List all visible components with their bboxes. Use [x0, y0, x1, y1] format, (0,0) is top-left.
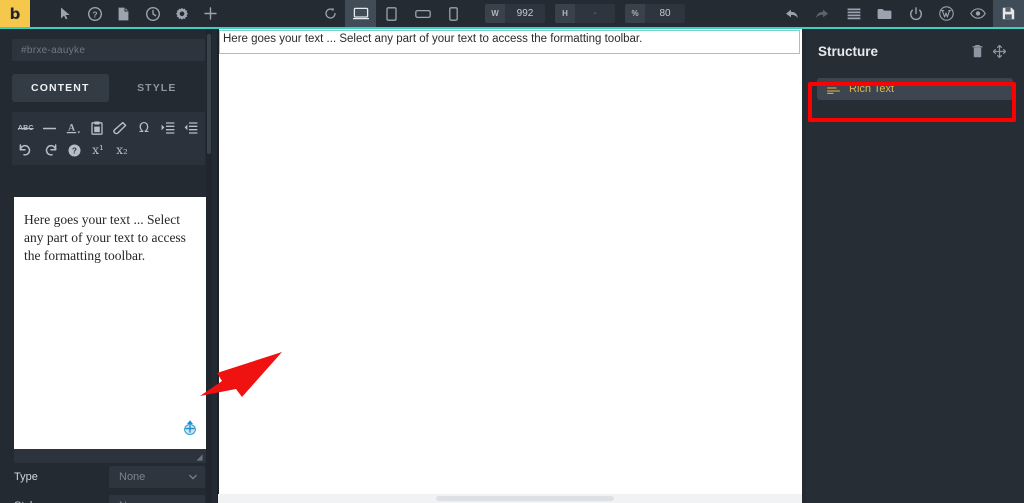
- align-left-icon: [827, 84, 840, 94]
- left-panel-scrollbar-thumb[interactable]: [207, 34, 211, 154]
- top-center-tool-group: W 992 H - % 80: [316, 0, 685, 27]
- element-id-value: #brxe-aauyke: [21, 44, 86, 56]
- width-key: W: [485, 4, 505, 23]
- height-key: H: [555, 4, 575, 23]
- clear-format-icon[interactable]: [109, 117, 133, 139]
- power-icon[interactable]: [900, 0, 931, 27]
- outdent-icon[interactable]: [179, 117, 203, 139]
- style-select[interactable]: None: [109, 494, 205, 503]
- paste-icon[interactable]: [85, 117, 109, 139]
- width-value[interactable]: 992: [505, 4, 545, 23]
- format-toolbar-row-1: ABC A Ω: [14, 117, 203, 139]
- subscript-icon[interactable]: x₂: [110, 139, 134, 161]
- undo-icon[interactable]: [776, 0, 807, 27]
- type-value: None: [119, 470, 146, 483]
- special-character-icon[interactable]: Ω: [132, 117, 156, 139]
- width-field[interactable]: W 992: [485, 4, 545, 23]
- chevron-down-icon: [189, 474, 197, 479]
- top-left-tool-group: ?: [51, 0, 225, 27]
- structure-item-label: Rich Text: [849, 83, 895, 95]
- page-icon[interactable]: [109, 0, 138, 27]
- toolbar-flex-gap-right: [685, 0, 776, 27]
- canvas-horizontal-scrollbar[interactable]: [218, 494, 806, 503]
- help-icon[interactable]: ?: [62, 139, 86, 161]
- redo-icon[interactable]: [807, 0, 838, 27]
- folder-icon[interactable]: [869, 0, 900, 27]
- strikethrough-glyph: ABC: [17, 124, 34, 132]
- rich-text-format-toolbar: ABC A Ω ? x¹ x₂: [12, 112, 205, 165]
- height-field[interactable]: H -: [555, 4, 615, 23]
- element-id-input[interactable]: #brxe-aauyke: [12, 39, 205, 61]
- help-icon[interactable]: ?: [80, 0, 109, 27]
- logo-text: b: [9, 4, 21, 23]
- refresh-icon[interactable]: [316, 0, 345, 27]
- structure-title: Structure: [818, 43, 879, 59]
- eye-icon[interactable]: [962, 0, 993, 27]
- editor-resize-bar[interactable]: [14, 449, 206, 463]
- setting-row-type: Type None: [0, 463, 218, 490]
- gear-icon[interactable]: [167, 0, 196, 27]
- svg-text:?: ?: [72, 146, 77, 155]
- undo-icon[interactable]: [14, 139, 38, 161]
- svg-text:?: ?: [92, 9, 97, 19]
- height-value[interactable]: -: [575, 4, 615, 23]
- text-color-icon[interactable]: A: [61, 117, 85, 139]
- rich-text-editor-area[interactable]: Here goes your text ... Select any part …: [14, 197, 206, 449]
- mobile-portrait-icon[interactable]: [438, 0, 469, 27]
- bricks-builder-app: b ? W 992 H - % 80 #brxe-aauyke CONTENT …: [0, 0, 1024, 503]
- tab-content-label: CONTENT: [31, 82, 90, 94]
- rich-text-editor-content[interactable]: Here goes your text ... Select any part …: [14, 197, 206, 264]
- type-select[interactable]: None: [109, 465, 205, 488]
- top-toolbar: b ? W 992 H - % 80: [0, 0, 1024, 29]
- wordpress-icon[interactable]: [931, 0, 962, 27]
- toolbar-flex-gap-left: [225, 0, 316, 27]
- setting-row-style: Style None: [0, 492, 218, 503]
- structure-header: Structure: [806, 29, 1024, 73]
- subscript-glyph: x₂: [116, 143, 128, 157]
- canvas-dimensions: W 992 H - % 80: [485, 0, 685, 27]
- trash-icon[interactable]: [966, 44, 988, 58]
- superscript-glyph: x¹: [92, 143, 104, 157]
- superscript-icon[interactable]: x¹: [86, 139, 110, 161]
- format-toolbar-row-2: ? x¹ x₂: [14, 139, 203, 161]
- canvas-scrollbar-thumb[interactable]: [436, 496, 614, 501]
- structure-item-rich-text[interactable]: Rich Text: [817, 78, 1013, 100]
- resize-grip-icon: [196, 454, 203, 461]
- history-icon[interactable]: [138, 0, 167, 27]
- list-icon[interactable]: [838, 0, 869, 27]
- tab-style-label: STYLE: [137, 82, 177, 94]
- canvas-rich-text[interactable]: Here goes your text ... Select any part …: [223, 33, 642, 45]
- editor-drag-handle-icon[interactable]: [183, 419, 197, 435]
- type-label: Type: [14, 470, 38, 483]
- desktop-icon[interactable]: [345, 0, 376, 27]
- zoom-value[interactable]: 80: [645, 4, 685, 23]
- move-icon[interactable]: [988, 44, 1010, 58]
- structure-panel: Structure Rich Text: [806, 29, 1024, 503]
- top-right-tool-group: [776, 0, 1024, 27]
- structure-tree: Rich Text: [817, 78, 1013, 100]
- save-icon[interactable]: [993, 0, 1024, 27]
- panel-tabs: CONTENT STYLE: [12, 74, 205, 102]
- redo-icon[interactable]: [38, 139, 62, 161]
- mobile-landscape-icon[interactable]: [407, 0, 438, 27]
- left-settings-panel: #brxe-aauyke CONTENT STYLE ABC A Ω ? x¹ …: [0, 29, 218, 503]
- zoom-key: %: [625, 4, 645, 23]
- canvas-left-edge: [218, 29, 219, 503]
- page-canvas[interactable]: Here goes your text ... Select any part …: [218, 29, 806, 503]
- omega-glyph: Ω: [138, 120, 149, 136]
- style-value: None: [119, 500, 145, 503]
- strikethrough-icon[interactable]: ABC: [14, 117, 38, 139]
- pointer-icon[interactable]: [51, 0, 80, 27]
- style-label: Style: [14, 500, 38, 503]
- plus-icon[interactable]: [196, 0, 225, 27]
- tab-style[interactable]: STYLE: [109, 74, 206, 102]
- tablet-portrait-icon[interactable]: [376, 0, 407, 27]
- zoom-field[interactable]: % 80: [625, 4, 685, 23]
- horizontal-rule-icon[interactable]: [38, 117, 62, 139]
- tab-content[interactable]: CONTENT: [12, 74, 109, 102]
- indent-icon[interactable]: [156, 117, 180, 139]
- toolbar-gap: [30, 0, 51, 27]
- bricks-logo[interactable]: b: [0, 0, 30, 27]
